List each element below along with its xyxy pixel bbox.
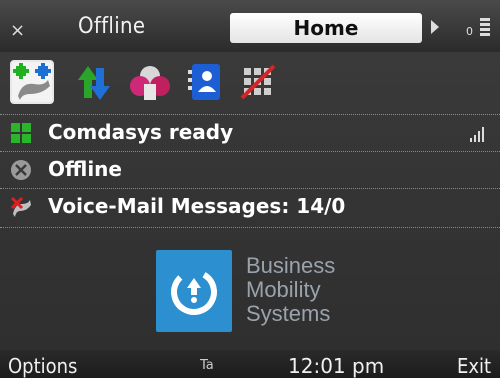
tab-home[interactable]: Home bbox=[230, 13, 422, 43]
company-logo: Business Mobility Systems bbox=[150, 248, 370, 334]
signal-strength-icon bbox=[470, 126, 486, 142]
phone-screen: × Offline Home 0 Comdasys ready Offline … bbox=[0, 0, 500, 378]
dialpad-blocked-icon bbox=[240, 64, 276, 100]
dialpad-blocked-shortcut[interactable] bbox=[236, 60, 280, 104]
battery-label: 0 bbox=[466, 25, 473, 38]
logo-mark bbox=[156, 250, 232, 332]
voicemail-status-label: Voice-Mail Messages: 14/0 bbox=[48, 194, 346, 218]
voicemail-icon bbox=[10, 196, 31, 217]
offline-icon bbox=[11, 160, 31, 180]
contact-card-icon bbox=[188, 64, 220, 100]
contacts-shortcut[interactable] bbox=[184, 60, 228, 104]
phone-add-icon bbox=[13, 63, 51, 100]
transfer-shortcut[interactable] bbox=[72, 60, 116, 104]
options-softkey[interactable]: Options bbox=[8, 354, 77, 378]
logo-line-3: Systems bbox=[246, 301, 331, 326]
grid-status-icon bbox=[11, 123, 31, 143]
group-icon bbox=[130, 66, 170, 100]
exit-softkey[interactable]: Exit bbox=[457, 354, 491, 378]
up-down-arrows-icon bbox=[78, 66, 110, 100]
softkey-bar: Options Ta 12:01 pm Exit bbox=[0, 350, 500, 378]
logo-text: Business Mobility Systems bbox=[246, 254, 335, 326]
title-bar: × Offline Home 0 bbox=[0, 0, 500, 52]
status-row-comdasys[interactable]: Comdasys ready bbox=[0, 114, 500, 151]
logo-line-2: Mobility bbox=[246, 277, 321, 302]
power-logo-icon bbox=[171, 269, 217, 315]
presence-status-label: Offline bbox=[48, 157, 122, 181]
comdasys-status-label: Comdasys ready bbox=[48, 120, 234, 144]
status-row-presence[interactable]: Offline bbox=[0, 151, 500, 188]
conference-shortcut[interactable] bbox=[128, 60, 172, 104]
phone-add-shortcut[interactable] bbox=[10, 60, 54, 104]
battery-icon bbox=[480, 18, 490, 42]
close-icon[interactable]: × bbox=[10, 22, 25, 40]
clock: 12:01 pm bbox=[288, 354, 385, 378]
shortcut-bar bbox=[0, 52, 500, 114]
logo-line-1: Business bbox=[246, 253, 336, 278]
input-mode-indicator: Ta bbox=[200, 358, 214, 373]
divider bbox=[0, 227, 500, 229]
status-row-voicemail[interactable]: Voice-Mail Messages: 14/0 bbox=[0, 188, 500, 225]
chevron-right-icon[interactable] bbox=[431, 20, 439, 34]
page-title: Offline bbox=[78, 14, 146, 39]
